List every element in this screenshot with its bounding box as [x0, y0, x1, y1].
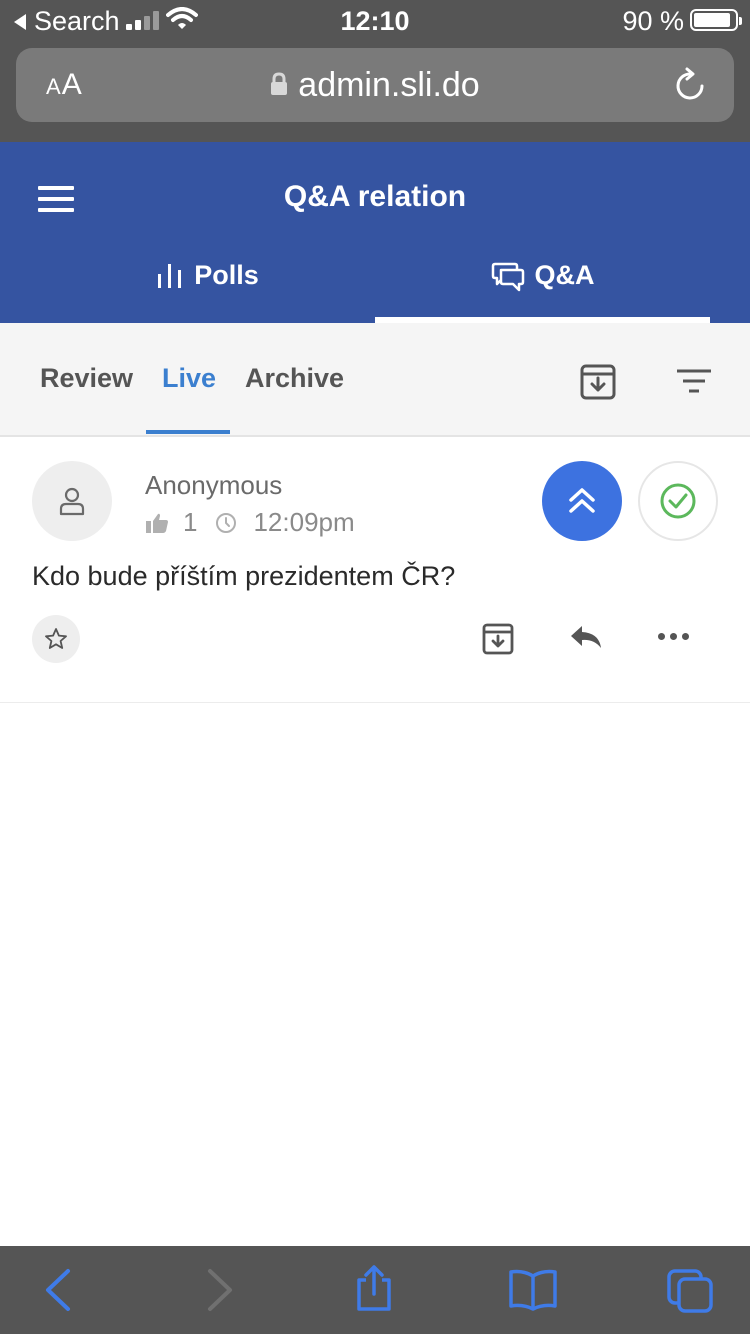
tabs-icon[interactable] [666, 1268, 714, 1314]
archive-all-icon[interactable] [580, 364, 616, 400]
polls-icon [158, 264, 182, 288]
tab-archive[interactable]: Archive [245, 363, 344, 394]
lock-icon [271, 72, 288, 96]
star-button[interactable] [32, 615, 80, 663]
browser-toolbar [0, 1246, 750, 1334]
battery-percent: 90 % [622, 6, 684, 36]
check-circle-icon [660, 483, 696, 519]
tab-live[interactable]: Live [162, 363, 216, 394]
battery-fill [694, 13, 730, 27]
thumbs-up-icon [146, 513, 168, 533]
star-icon [45, 628, 67, 649]
question-card: Anonymous 1 12:09pm Kdo bude příštím pre… [0, 437, 750, 703]
tab-polls-label: Polls [194, 260, 259, 290]
reload-icon[interactable] [674, 66, 708, 104]
clock-icon [216, 512, 237, 533]
question-meta: 1 12:09pm [145, 507, 355, 538]
bookmarks-icon[interactable] [508, 1268, 558, 1312]
filter-icon[interactable] [676, 368, 712, 396]
tab-polls[interactable]: Polls [40, 260, 375, 323]
event-title: Q&A relation [283, 180, 467, 213]
qa-sub-nav: Review Live Archive [0, 323, 750, 437]
app-header: Q&A relation Polls Q&A [0, 142, 750, 323]
user-icon [59, 487, 85, 516]
like-count: 1 [183, 507, 198, 537]
back-icon[interactable] [44, 1268, 72, 1312]
browser-top-chrome: Search 12:10 90 % AA admin.sli.do [0, 0, 750, 142]
double-chevron-up-icon [569, 488, 595, 513]
url-bar[interactable]: AA admin.sli.do [16, 48, 734, 122]
mark-answered-button[interactable] [638, 461, 718, 541]
url-display[interactable]: admin.sli.do [16, 66, 734, 105]
active-tab-indicator [146, 430, 230, 434]
question-time: 12:09pm [253, 507, 355, 537]
avatar [32, 461, 112, 541]
chat-bubbles-icon [491, 262, 524, 292]
status-bar: Search 12:10 90 % [0, 0, 750, 40]
highlight-button[interactable] [542, 461, 622, 541]
forward-icon[interactable] [206, 1268, 234, 1312]
tab-qa[interactable]: Q&A [375, 260, 710, 323]
tab-review[interactable]: Review [40, 363, 133, 394]
share-icon[interactable] [354, 1264, 394, 1312]
question-text: Kdo bude příštím prezidentem ČR? [32, 561, 456, 591]
url-text: admin.sli.do [298, 66, 480, 104]
more-icon[interactable] [658, 633, 689, 640]
question-author: Anonymous [145, 470, 283, 500]
battery-icon [690, 9, 742, 31]
archive-icon[interactable] [482, 623, 514, 655]
reply-icon[interactable] [570, 625, 602, 649]
tab-qa-label: Q&A [534, 260, 595, 290]
screen: Search 12:10 90 % AA admin.sli.do Q&A re… [0, 0, 750, 1334]
